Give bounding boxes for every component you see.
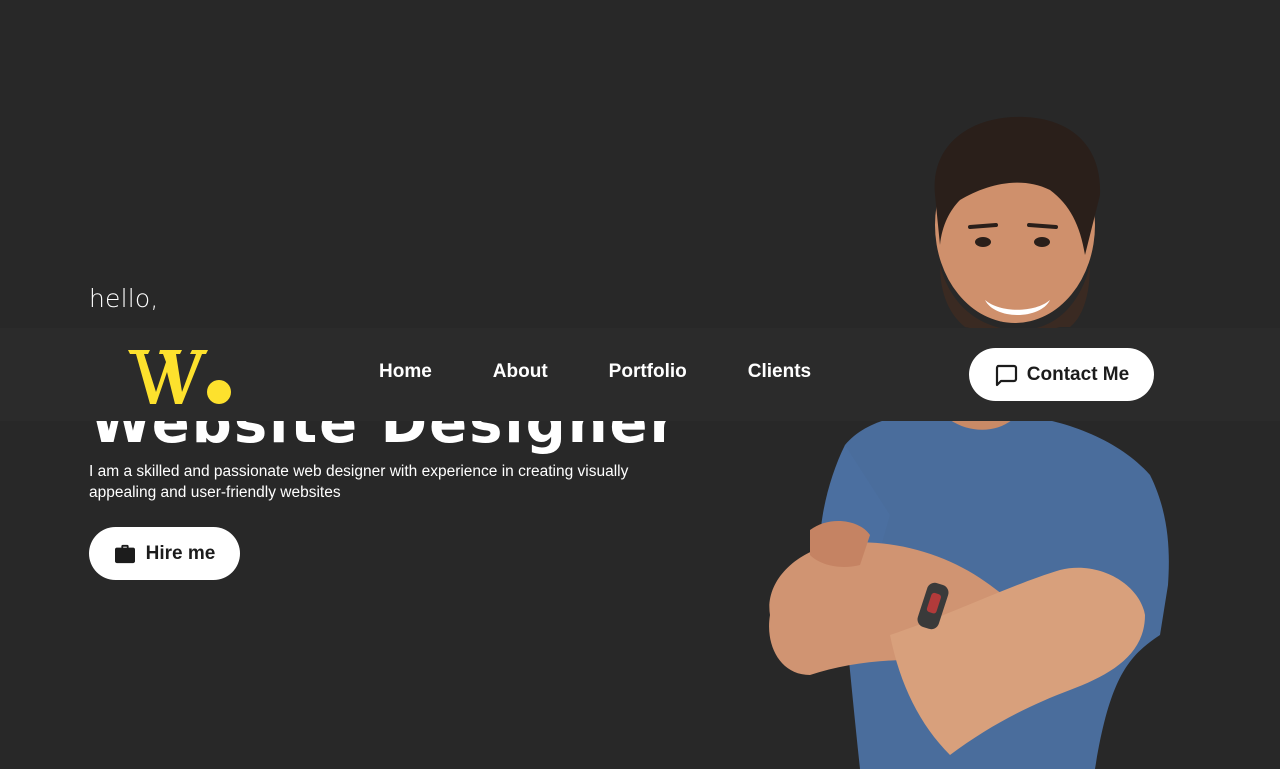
logo-mark <box>128 350 231 404</box>
contact-me-button[interactable]: Contact Me <box>969 348 1154 401</box>
nav-link-about[interactable]: About <box>493 361 548 383</box>
nav-link-portfolio[interactable]: Portfolio <box>609 361 687 383</box>
hero-tagline: I am a skilled and passionate web design… <box>89 463 629 501</box>
logo[interactable] <box>126 346 232 406</box>
nav-link-clients[interactable]: Clients <box>748 361 811 383</box>
page: hello, Website Designer I am a skilled a… <box>0 0 1280 769</box>
hero-greeting: hello, <box>89 284 159 313</box>
designer-portrait <box>769 116 1169 769</box>
contact-me-label: Contact Me <box>1026 363 1130 385</box>
hire-me-button[interactable]: Hire me <box>89 527 240 580</box>
chat-bubble-icon <box>995 364 1017 386</box>
nav-link-home[interactable]: Home <box>379 361 432 383</box>
hire-me-label: Hire me <box>145 542 216 564</box>
navbar: Home About Portfolio Clients Contact Me <box>0 328 1280 421</box>
briefcase-icon <box>114 544 135 563</box>
nav-links: Home About Portfolio Clients <box>379 361 811 383</box>
